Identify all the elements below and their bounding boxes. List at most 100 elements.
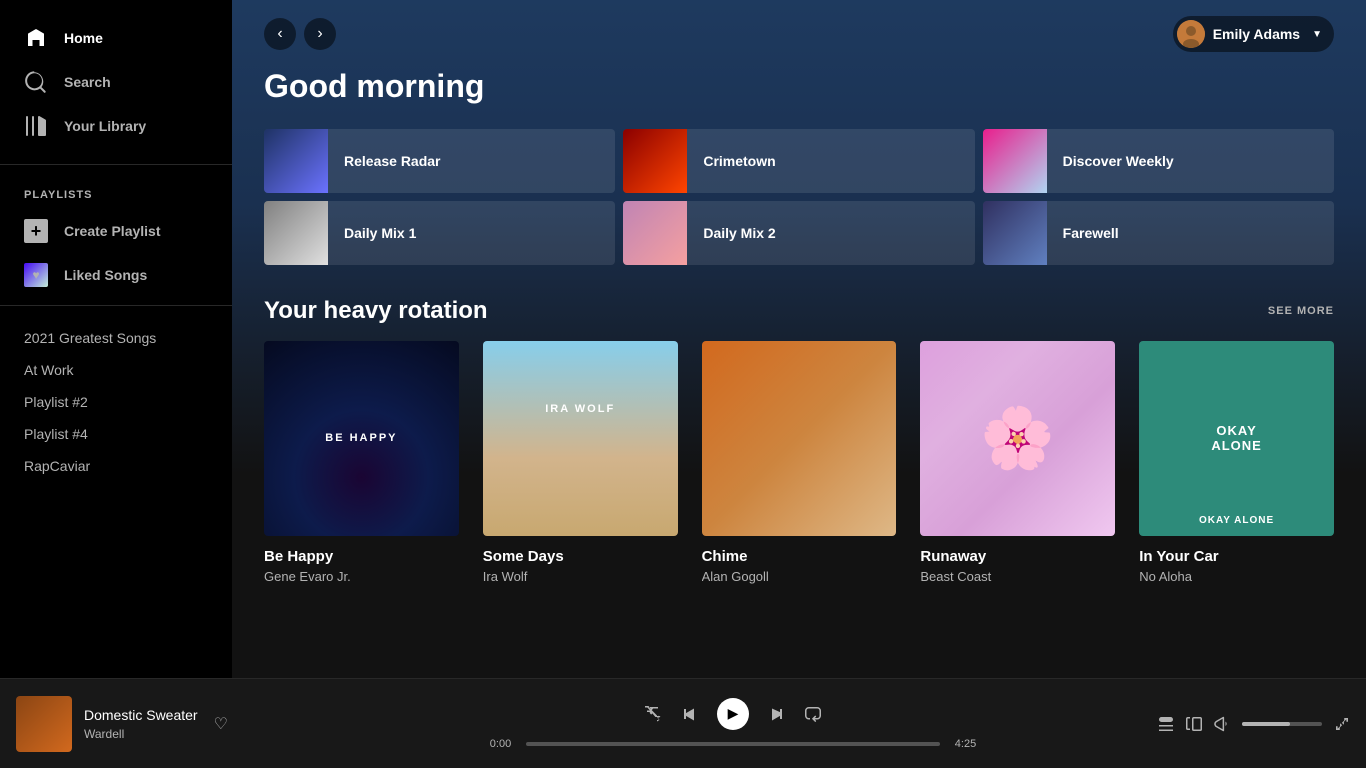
repeat-button[interactable]: [805, 706, 821, 722]
now-playing-info: Domestic Sweater Wardell: [84, 707, 198, 741]
crimetown-thumbnail: [623, 129, 687, 193]
see-more-button[interactable]: SEE MORE: [1268, 305, 1334, 317]
playlist-item-2[interactable]: Playlist #2: [0, 386, 232, 418]
chime-subtitle: Alan Gogoll: [702, 569, 897, 584]
next-button[interactable]: [769, 706, 785, 722]
be-happy-subtitle: Gene Evaro Jr.: [264, 569, 459, 584]
current-time: 0:00: [483, 738, 518, 750]
daily-mix-1-thumbnail: [264, 201, 328, 265]
some-days-artwork: IRA WOLF: [483, 341, 678, 536]
discover-weekly-thumbnail: [983, 129, 1047, 193]
volume-button[interactable]: [1214, 716, 1230, 732]
page-title: Good morning: [264, 68, 1334, 105]
now-playing-right: [1150, 716, 1350, 732]
queue-button[interactable]: [1158, 716, 1174, 732]
player-controls: ▶: [645, 698, 821, 730]
rotation-section-header: Your heavy rotation SEE MORE: [264, 297, 1334, 325]
daily-mix-1-label: Daily Mix 1: [328, 225, 432, 241]
quick-item-discover-weekly[interactable]: Discover Weekly: [983, 129, 1334, 193]
progress-track[interactable]: [526, 742, 940, 746]
volume-fill: [1242, 722, 1290, 726]
home-icon: [24, 26, 48, 50]
main-content: ‹ › Emily Adams ▼ Good morning: [232, 0, 1366, 678]
previous-button[interactable]: [681, 706, 697, 722]
user-profile[interactable]: Emily Adams ▼: [1173, 16, 1334, 52]
rotation-card-chime[interactable]: Chime Alan Gogoll: [702, 341, 897, 584]
sidebar-divider: [0, 164, 232, 165]
chime-title: Chime: [702, 548, 897, 565]
playlist-item-1[interactable]: At Work: [0, 354, 232, 386]
farewell-label: Farewell: [1047, 225, 1135, 241]
some-days-subtitle: Ira Wolf: [483, 569, 678, 584]
some-days-title: Some Days: [483, 548, 678, 565]
rotation-grid: BE HAPPY Be Happy Gene Evaro Jr. IRA WOL…: [264, 341, 1334, 584]
like-button[interactable]: ♡: [210, 710, 232, 738]
be-happy-title: Be Happy: [264, 548, 459, 565]
quick-item-crimetown[interactable]: Crimetown: [623, 129, 974, 193]
top-bar: ‹ › Emily Adams ▼: [232, 0, 1366, 68]
sidebar-item-library[interactable]: Your Library: [0, 104, 232, 148]
playlists-label: PLAYLISTS: [0, 173, 232, 209]
fullscreen-button[interactable]: [1334, 716, 1350, 732]
discover-weekly-label: Discover Weekly: [1047, 153, 1190, 169]
library-icon: [24, 114, 48, 138]
sidebar-library-label: Your Library: [64, 118, 146, 134]
sidebar: Home Search Your Library PL: [0, 0, 232, 678]
now-playing-left: Domestic Sweater Wardell ♡: [16, 696, 316, 752]
be-happy-artwork: BE HAPPY: [264, 341, 459, 536]
plus-icon: +: [24, 219, 48, 243]
playlist-list: 2021 Greatest Songs At Work Playlist #2 …: [0, 314, 232, 490]
now-playing-center: ▶ 0:00 4:25: [316, 698, 1150, 750]
progress-bar[interactable]: 0:00 4:25: [483, 738, 983, 750]
quick-access-grid: Release Radar Crimetown Discover Weekly: [264, 129, 1334, 265]
search-icon: [24, 70, 48, 94]
sidebar-home-label: Home: [64, 30, 103, 46]
rotation-card-some-days[interactable]: IRA WOLF Some Days Ira Wolf: [483, 341, 678, 584]
shuffle-button[interactable]: [645, 706, 661, 722]
device-picker-button[interactable]: [1186, 716, 1202, 732]
playlist-item-4[interactable]: RapCaviar: [0, 450, 232, 482]
release-radar-thumbnail: [264, 129, 328, 193]
runaway-subtitle: Beast Coast: [920, 569, 1115, 584]
now-playing-thumbnail: [16, 696, 72, 752]
release-radar-label: Release Radar: [328, 153, 457, 169]
now-playing-bar: Domestic Sweater Wardell ♡ ▶: [0, 678, 1366, 768]
forward-button[interactable]: ›: [304, 18, 336, 50]
nav-buttons: ‹ ›: [264, 18, 336, 50]
playlist-item-3[interactable]: Playlist #4: [0, 418, 232, 450]
farewell-thumbnail: [983, 201, 1047, 265]
crimetown-label: Crimetown: [687, 153, 791, 169]
quick-item-daily-mix-2[interactable]: Daily Mix 2: [623, 201, 974, 265]
volume-slider[interactable]: [1242, 722, 1322, 726]
daily-mix-2-thumbnail: [623, 201, 687, 265]
create-playlist-label: Create Playlist: [64, 223, 161, 239]
in-your-car-artwork: OKAY ALONE: [1139, 341, 1334, 536]
now-playing-artist: Wardell: [84, 727, 198, 741]
rotation-card-runaway[interactable]: Runaway Beast Coast: [920, 341, 1115, 584]
back-button[interactable]: ‹: [264, 18, 296, 50]
rotation-card-in-your-car[interactable]: OKAY ALONE In Your Car No Aloha: [1139, 341, 1334, 584]
liked-songs-button[interactable]: ♥ Liked Songs: [0, 253, 232, 297]
quick-item-release-radar[interactable]: Release Radar: [264, 129, 615, 193]
daily-mix-2-label: Daily Mix 2: [687, 225, 791, 241]
playlist-item-0[interactable]: 2021 Greatest Songs: [0, 322, 232, 354]
sidebar-item-search[interactable]: Search: [0, 60, 232, 104]
quick-item-daily-mix-1[interactable]: Daily Mix 1: [264, 201, 615, 265]
runaway-title: Runaway: [920, 548, 1115, 565]
rotation-section-title: Your heavy rotation: [264, 297, 488, 325]
content-area: Good morning Release Radar Crimetown: [232, 68, 1366, 616]
dropdown-arrow-icon: ▼: [1312, 29, 1322, 40]
sidebar-item-home[interactable]: Home: [0, 16, 232, 60]
total-time: 4:25: [948, 738, 983, 750]
in-your-car-title: In Your Car: [1139, 548, 1334, 565]
runaway-artwork: [920, 341, 1115, 536]
user-avatar: [1177, 20, 1205, 48]
sidebar-divider-2: [0, 305, 232, 306]
liked-songs-label: Liked Songs: [64, 267, 147, 283]
create-playlist-button[interactable]: + Create Playlist: [0, 209, 232, 253]
play-button[interactable]: ▶: [717, 698, 749, 730]
quick-item-farewell[interactable]: Farewell: [983, 201, 1334, 265]
rotation-card-be-happy[interactable]: BE HAPPY Be Happy Gene Evaro Jr.: [264, 341, 459, 584]
sidebar-nav: Home Search Your Library: [0, 8, 232, 156]
now-playing-title: Domestic Sweater: [84, 707, 198, 723]
